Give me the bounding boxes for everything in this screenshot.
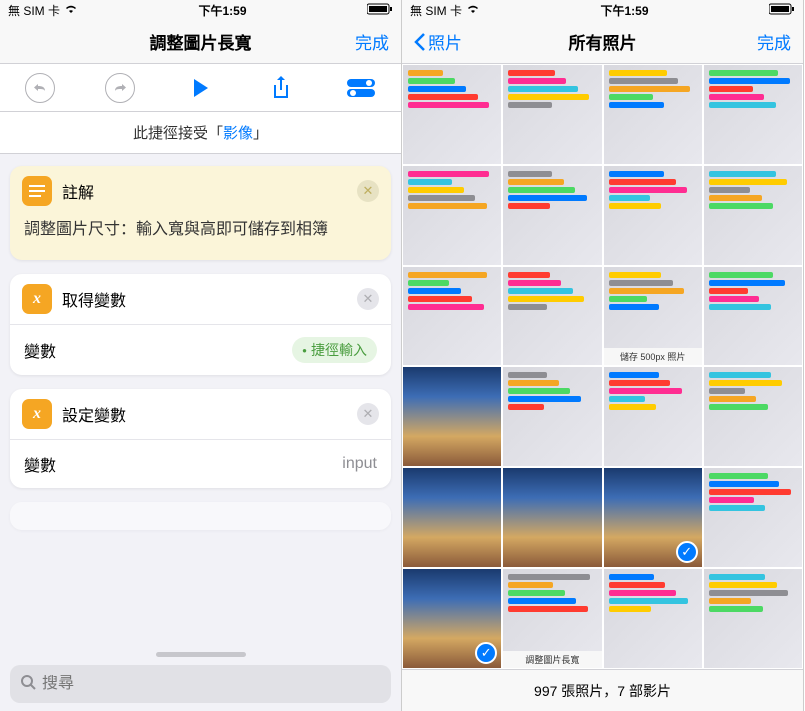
shortcuts-editor-screen: 無 SIM 卡 下午1:59 調整圖片長寬 完成 此捷徑接受「 影像 」: [0, 0, 402, 711]
wifi-icon: [466, 3, 480, 17]
photo-thumb[interactable]: [604, 166, 702, 265]
photo-thumb[interactable]: [604, 65, 702, 164]
clock-text: 下午1:59: [600, 2, 648, 19]
actions-list: 註解 ✕ 調整圖片尺寸：輸入寬與高即可儲存到相簿 x 取得變數 ✕ 變數 捷徑輸…: [0, 154, 401, 711]
photo-thumb[interactable]: 儲存 500px 照片: [604, 267, 702, 366]
photo-grid: 儲存 500px 照片 ✓ ✓ 調整圖片長寬: [402, 64, 803, 669]
undo-button[interactable]: [22, 70, 58, 106]
photo-thumb[interactable]: [704, 65, 802, 164]
clock-text: 下午1:59: [198, 2, 246, 19]
photo-thumb[interactable]: [704, 569, 802, 668]
photo-thumb[interactable]: ✓: [604, 468, 702, 567]
status-bar: 無 SIM 卡 下午1:59: [0, 0, 401, 20]
search-input[interactable]: [42, 675, 381, 693]
get-variable-card[interactable]: x 取得變數 ✕ 變數 捷徑輸入: [10, 274, 391, 375]
photo-thumb[interactable]: ✓: [403, 569, 501, 668]
settings-toggle-button[interactable]: [343, 70, 379, 106]
accepts-prefix: 此捷徑接受「: [133, 122, 223, 143]
photo-thumb[interactable]: [704, 267, 802, 366]
battery-icon: [769, 3, 795, 18]
wifi-icon: [64, 3, 78, 17]
accepts-bar: 此捷徑接受「 影像 」: [0, 112, 401, 154]
chevron-left-icon: [414, 33, 426, 51]
photo-thumb[interactable]: [503, 468, 601, 567]
getvar-title: 取得變數: [62, 287, 347, 311]
getvar-row-value[interactable]: 捷徑輸入: [292, 337, 377, 363]
variable-icon: x: [22, 399, 52, 429]
photo-thumb[interactable]: [704, 166, 802, 265]
carrier-text: 無 SIM 卡: [410, 2, 462, 19]
search-icon: [20, 674, 36, 695]
search-bar[interactable]: [10, 665, 391, 703]
photo-thumb[interactable]: [503, 166, 601, 265]
page-title: 調整圖片長寬: [150, 29, 252, 54]
setvar-row-label: 變數: [24, 452, 56, 476]
carrier-text: 無 SIM 卡: [8, 2, 60, 19]
getvar-row-label: 變數: [24, 338, 56, 362]
editor-toolbar: [0, 64, 401, 112]
photo-thumb[interactable]: [403, 367, 501, 466]
photo-thumb[interactable]: [604, 367, 702, 466]
redo-button[interactable]: [102, 70, 138, 106]
setvar-row-value[interactable]: input: [342, 455, 377, 473]
nav-bar: 照片 所有照片 完成: [402, 20, 803, 64]
photo-thumb[interactable]: 調整圖片長寬: [503, 569, 601, 668]
close-icon[interactable]: ✕: [357, 288, 379, 310]
selected-check-icon: ✓: [676, 541, 698, 563]
photo-thumb[interactable]: [503, 267, 601, 366]
share-button[interactable]: [263, 70, 299, 106]
photo-thumb[interactable]: [503, 367, 601, 466]
photo-thumb[interactable]: [604, 569, 702, 668]
photo-thumb[interactable]: [403, 468, 501, 567]
page-title: 所有照片: [569, 29, 637, 54]
back-button[interactable]: 照片: [414, 29, 462, 54]
photo-count-footer: 997 張照片，7 部影片: [402, 669, 803, 711]
accepts-type-link[interactable]: 影像: [223, 122, 253, 143]
note-title: 註解: [62, 179, 347, 203]
thumb-caption: 調整圖片長寬: [503, 651, 601, 668]
status-bar: 無 SIM 卡 下午1:59: [402, 0, 803, 20]
partial-card[interactable]: [10, 502, 391, 530]
thumb-caption: 儲存 500px 照片: [604, 348, 702, 365]
nav-bar: 調整圖片長寬 完成: [0, 20, 401, 64]
note-body: 調整圖片尺寸：輸入寬與高即可儲存到相簿: [10, 216, 391, 260]
drawer-handle[interactable]: [156, 652, 246, 657]
accepts-suffix: 」: [253, 122, 268, 143]
selected-check-icon: ✓: [475, 642, 497, 664]
battery-icon: [367, 3, 393, 18]
variable-icon: x: [22, 284, 52, 314]
close-icon[interactable]: ✕: [357, 180, 379, 202]
close-icon[interactable]: ✕: [357, 403, 379, 425]
photo-thumb[interactable]: [503, 65, 601, 164]
setvar-title: 設定變數: [62, 402, 347, 426]
play-button[interactable]: [182, 70, 218, 106]
photo-thumb[interactable]: [704, 468, 802, 567]
done-button[interactable]: 完成: [757, 29, 791, 54]
photo-picker-screen: 無 SIM 卡 下午1:59 照片 所有照片 完成 儲存 500px 照片 ✓ ✓ 調…: [402, 0, 804, 711]
set-variable-card[interactable]: x 設定變數 ✕ 變數 input: [10, 389, 391, 488]
done-button[interactable]: 完成: [355, 29, 389, 54]
photo-thumb[interactable]: [704, 367, 802, 466]
photo-thumb[interactable]: [403, 65, 501, 164]
note-icon: [22, 176, 52, 206]
photo-thumb[interactable]: [403, 166, 501, 265]
note-action-card[interactable]: 註解 ✕ 調整圖片尺寸：輸入寬與高即可儲存到相簿: [10, 166, 391, 260]
photo-thumb[interactable]: [403, 267, 501, 366]
